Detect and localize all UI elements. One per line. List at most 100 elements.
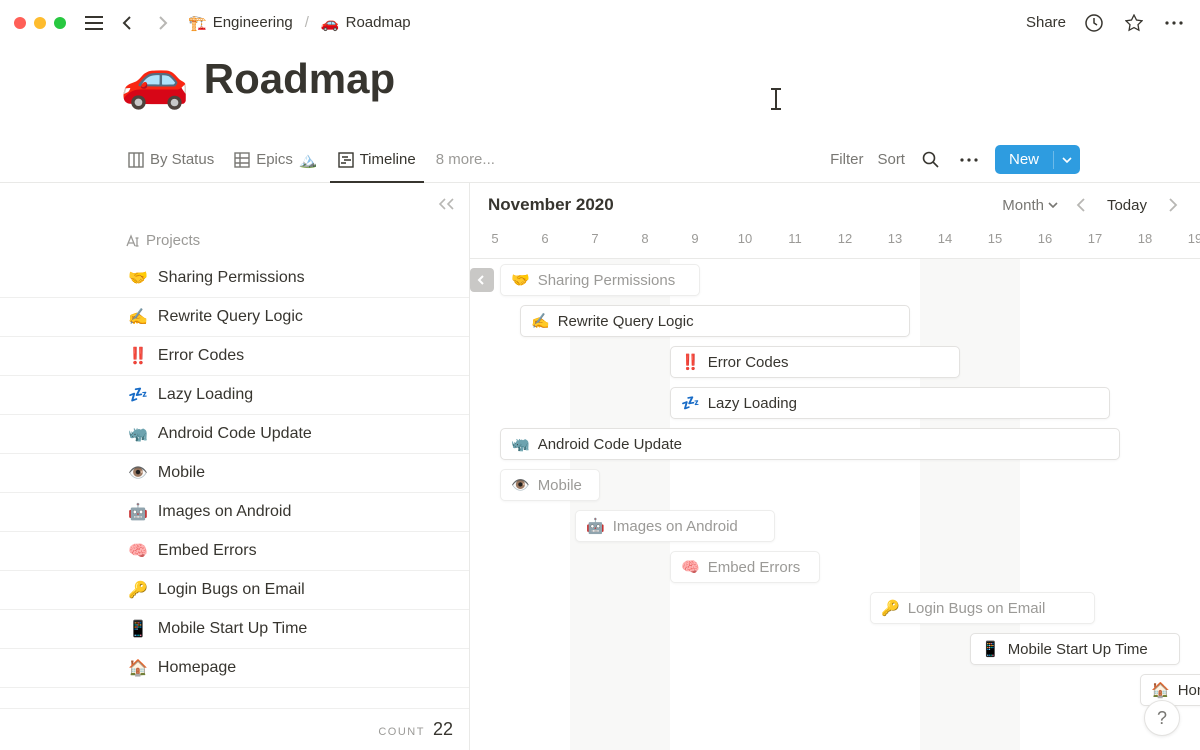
project-name: Mobile Start Up Time: [158, 620, 307, 638]
breadcrumb-label: Engineering: [213, 14, 293, 31]
project-name: Sharing Permissions: [158, 269, 305, 287]
day-column-header: 6: [520, 227, 570, 258]
bar-emoji-icon: 🔑: [881, 599, 900, 617]
project-emoji-icon: ✍️: [128, 307, 148, 327]
project-row[interactable]: ‼️Error Codes: [0, 337, 469, 376]
gantt-bar[interactable]: 🦏Android Code Update: [500, 428, 1120, 460]
project-emoji-icon: 💤: [128, 385, 148, 405]
day-column-header: 5: [470, 227, 520, 258]
gantt-row: 🧠Embed Errors: [470, 546, 1200, 587]
gantt-row: ‼️Error Codes: [470, 341, 1200, 382]
project-row[interactable]: ✍️Rewrite Query Logic: [0, 298, 469, 337]
project-row[interactable]: 📱Mobile Start Up Time: [0, 610, 469, 649]
gantt-bar[interactable]: ✍️Rewrite Query Logic: [520, 305, 910, 337]
project-name: Homepage: [158, 659, 236, 677]
bar-label: Error Codes: [708, 354, 789, 371]
view-tab-timeline[interactable]: Timeline: [330, 145, 424, 174]
project-name: Lazy Loading: [158, 386, 253, 404]
filter-button[interactable]: Filter: [830, 151, 863, 168]
gantt-bar[interactable]: 📱 Mobile Start Up Time: [970, 633, 1180, 665]
minimize-window[interactable]: [34, 17, 46, 29]
day-column-header: 7: [570, 227, 620, 258]
view-tab-label: By Status: [150, 151, 214, 168]
bar-label: Mobile: [538, 477, 582, 494]
gantt-row: 🤝Sharing Permissions: [470, 259, 1200, 300]
day-column-header: 10: [720, 227, 770, 258]
project-row[interactable]: 🏠Homepage: [0, 649, 469, 688]
timeline-prev-icon[interactable]: [1072, 194, 1089, 216]
car-icon: 🚗: [321, 14, 340, 32]
chevron-down-icon: [1048, 202, 1058, 208]
view-options-icon[interactable]: [957, 148, 981, 172]
view-tab-by-status[interactable]: By Status: [120, 145, 222, 174]
bar-label: Rewrite Query Logic: [558, 313, 694, 330]
bar-emoji-icon: 📱: [981, 640, 1000, 658]
bar-label: Homepage: [1178, 682, 1200, 699]
help-button[interactable]: ?: [1144, 700, 1180, 736]
project-name: Android Code Update: [158, 425, 312, 443]
new-button[interactable]: New: [995, 145, 1080, 174]
board-icon: [128, 152, 144, 168]
text-cursor: [775, 88, 777, 110]
maximize-window[interactable]: [54, 17, 66, 29]
projects-column-header[interactable]: Projects: [124, 232, 200, 249]
gantt-row: 📱 Mobile Start Up Time: [470, 628, 1200, 669]
project-row[interactable]: 🔑Login Bugs on Email: [0, 571, 469, 610]
gantt-bar[interactable]: 🤖 Images on Android: [575, 510, 775, 542]
sort-button[interactable]: Sort: [877, 151, 905, 168]
breadcrumb-roadmap[interactable]: 🚗 Roadmap: [317, 12, 415, 34]
hamburger-icon[interactable]: [82, 11, 106, 35]
day-column-header: 13: [870, 227, 920, 258]
project-row[interactable]: 🤖 Images on Android: [0, 493, 469, 532]
nav-forward-icon[interactable]: [150, 11, 174, 35]
gantt-bar[interactable]: 💤Lazy Loading: [670, 387, 1110, 419]
view-tab-label: Timeline: [360, 151, 416, 168]
favorite-star-icon[interactable]: [1122, 11, 1146, 35]
collapse-sidebar-icon[interactable]: [437, 197, 455, 211]
more-menu-icon[interactable]: [1162, 11, 1186, 35]
gantt-bar[interactable]: 🧠Embed Errors: [670, 551, 820, 583]
project-emoji-icon: 🤖: [128, 502, 148, 522]
bar-emoji-icon: 🤖: [586, 517, 605, 535]
day-column-header: 19: [1170, 227, 1200, 258]
gantt-row: 💤Lazy Loading: [470, 382, 1200, 423]
gantt-row: ✍️Rewrite Query Logic: [470, 300, 1200, 341]
today-button[interactable]: Today: [1103, 195, 1151, 216]
project-name: Images on Android: [158, 503, 291, 521]
gantt-bar[interactable]: 🤝Sharing Permissions: [500, 264, 700, 296]
bar-label: Mobile Start Up Time: [1008, 641, 1148, 658]
close-window[interactable]: [14, 17, 26, 29]
timeline-range-selector[interactable]: Month: [1002, 197, 1058, 214]
project-name: Embed Errors: [158, 542, 257, 560]
gantt-bar[interactable]: 🔑Login Bugs on Email: [870, 592, 1095, 624]
page-title[interactable]: Roadmap: [204, 55, 395, 103]
bar-offscreen-left-icon[interactable]: [470, 268, 494, 292]
project-row[interactable]: 👁️Mobile: [0, 454, 469, 493]
more-views-button[interactable]: 8 more...: [428, 145, 503, 174]
updates-icon[interactable]: [1082, 11, 1106, 35]
share-button[interactable]: Share: [1026, 14, 1066, 31]
gantt-bar[interactable]: 👁️Mobile: [500, 469, 600, 501]
nav-back-icon[interactable]: [116, 11, 140, 35]
gantt-bar[interactable]: ‼️Error Codes: [670, 346, 960, 378]
bar-label: Images on Android: [613, 518, 738, 535]
breadcrumb-engineering[interactable]: 🏗️ Engineering: [184, 12, 297, 34]
gantt-row: 👁️Mobile: [470, 464, 1200, 505]
search-icon[interactable]: [919, 148, 943, 172]
project-row[interactable]: 🧠Embed Errors: [0, 532, 469, 571]
new-button-dropdown[interactable]: [1053, 151, 1080, 169]
project-row[interactable]: 🤝 Sharing Permissions: [0, 259, 469, 298]
project-emoji-icon: 🤝: [128, 268, 148, 288]
view-tab-epics[interactable]: Epics 🏔️: [226, 145, 325, 175]
mountain-icon: 🏔️: [299, 151, 318, 169]
new-button-label: New: [995, 145, 1053, 174]
breadcrumb: 🏗️ Engineering / 🚗 Roadmap: [184, 12, 415, 34]
project-row[interactable]: 💤 Lazy Loading: [0, 376, 469, 415]
day-column-header: 15: [970, 227, 1020, 258]
day-column-header: 9: [670, 227, 720, 258]
project-row[interactable]: 🦏Android Code Update: [0, 415, 469, 454]
page-icon[interactable]: 🚗: [120, 51, 190, 107]
timeline-next-icon[interactable]: [1165, 194, 1182, 216]
day-column-header: 8: [620, 227, 670, 258]
bar-emoji-icon: 🧠: [681, 558, 700, 576]
